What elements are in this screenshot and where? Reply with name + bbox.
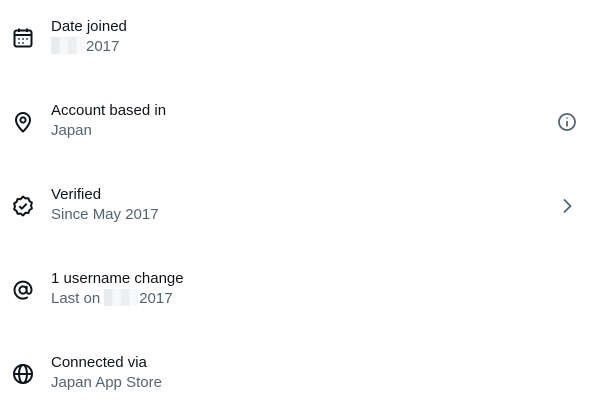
row-subtitle: Japan App Store (51, 374, 162, 391)
row-subtitle-year: 2017 (139, 290, 173, 307)
row-subtitle-prefix: Last on (51, 290, 101, 307)
chevron-right-icon[interactable] (557, 196, 577, 216)
at-sign-icon (11, 278, 35, 302)
row-verified[interactable]: Verified Since May 2017 (0, 168, 597, 252)
row-title: Date joined (51, 18, 127, 35)
row-username-change: 1 username change Last on 2017 (0, 252, 597, 336)
row-date-joined: Date joined 2017 (0, 0, 597, 84)
row-subtitle-year: 2017 (86, 38, 120, 55)
row-subtitle: Last on 2017 (51, 289, 184, 309)
location-pin-icon (11, 110, 35, 134)
row-subtitle: Japan (51, 122, 92, 139)
row-title: Verified (51, 186, 102, 203)
row-connected-via: Connected via Japan App Store (0, 336, 597, 403)
verified-badge-icon (11, 194, 35, 218)
row-title: 1 username change (51, 270, 184, 287)
info-icon[interactable] (557, 112, 577, 132)
account-info-list: Date joined 2017 Account based in Japan (0, 0, 597, 403)
redacted-date (104, 289, 139, 306)
redacted-date (51, 37, 85, 54)
row-account-based-in[interactable]: Account based in Japan (0, 84, 597, 168)
row-title: Connected via (51, 354, 147, 371)
row-subtitle: Since May 2017 (51, 206, 159, 223)
globe-icon (11, 362, 35, 386)
calendar-icon (11, 26, 35, 50)
row-subtitle: 2017 (51, 37, 127, 57)
row-title: Account based in (51, 102, 167, 119)
